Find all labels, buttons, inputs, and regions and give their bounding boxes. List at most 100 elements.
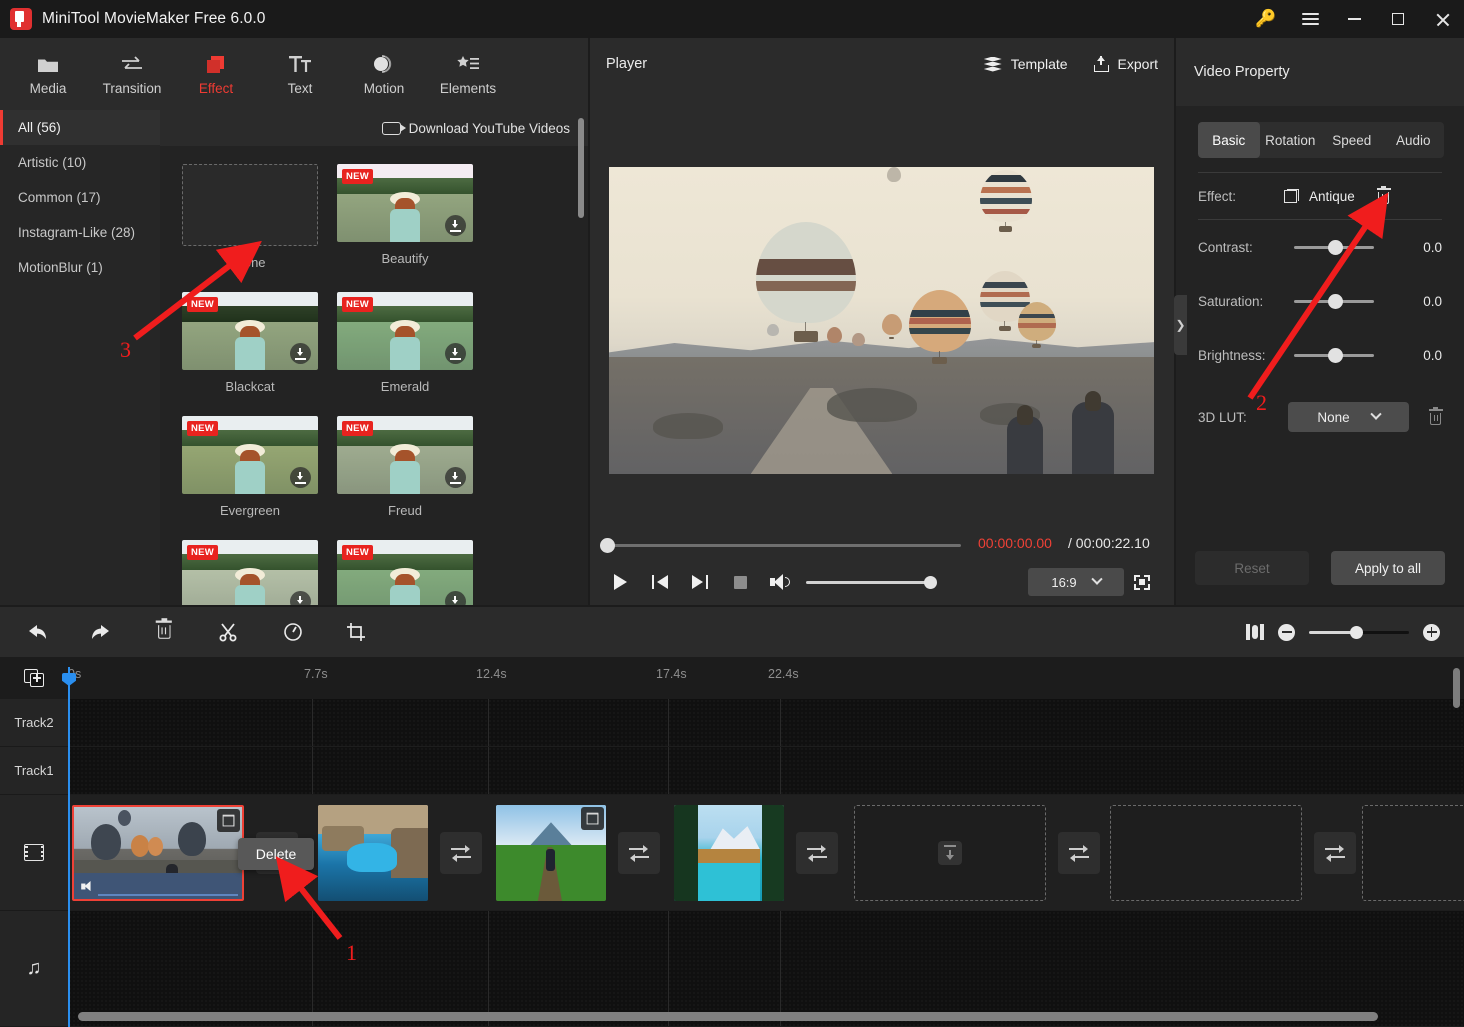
undo-button[interactable] bbox=[24, 619, 50, 645]
fullscreen-button[interactable] bbox=[1124, 574, 1160, 590]
track-label-track1[interactable]: Track1 bbox=[0, 747, 68, 795]
key-icon[interactable]: 🔑 bbox=[1244, 0, 1288, 38]
tab-audio[interactable]: Audio bbox=[1383, 122, 1445, 158]
timeline-clip-biker[interactable] bbox=[496, 805, 606, 901]
effect-tile-none[interactable]: None bbox=[182, 164, 318, 270]
nav-item-elements[interactable]: Elements bbox=[426, 42, 510, 106]
tab-speed[interactable]: Speed bbox=[1321, 122, 1383, 158]
timeline-vertical-scrollbar[interactable] bbox=[1453, 668, 1460, 708]
progress-handle[interactable] bbox=[600, 538, 615, 553]
contrast-slider[interactable] bbox=[1294, 239, 1374, 255]
video-preview[interactable] bbox=[609, 167, 1154, 474]
progress-track[interactable] bbox=[606, 544, 961, 547]
delete-context-menu[interactable]: Delete bbox=[238, 838, 314, 870]
effect-tile-evergreen[interactable]: NEW Evergreen bbox=[182, 416, 318, 518]
track-row-track1[interactable] bbox=[68, 747, 1464, 795]
transition-slot-2[interactable] bbox=[440, 832, 482, 874]
zoom-out-button[interactable] bbox=[1278, 623, 1295, 641]
export-button[interactable]: Export bbox=[1093, 56, 1158, 72]
effect-tile-blackcat[interactable]: NEW Blackcat bbox=[182, 292, 318, 394]
stop-button[interactable] bbox=[720, 567, 760, 597]
lut-delete-icon[interactable] bbox=[1428, 406, 1443, 425]
reset-button[interactable]: Reset bbox=[1195, 551, 1309, 585]
hamburger-menu-icon[interactable] bbox=[1288, 0, 1332, 38]
track-row-audio[interactable] bbox=[68, 911, 1464, 1027]
clip-effect-badge[interactable] bbox=[217, 809, 240, 832]
timeline-ruler[interactable]: 0s 7.7s 12.4s 17.4s 22.4s bbox=[68, 657, 1464, 699]
effect-copy-icon[interactable] bbox=[1284, 189, 1299, 203]
crop-button[interactable] bbox=[344, 619, 370, 645]
track-label-track2[interactable]: Track2 bbox=[0, 699, 68, 747]
nav-item-media[interactable]: Media bbox=[6, 42, 90, 106]
player-title: Player bbox=[606, 56, 648, 72]
category-common[interactable]: Common (17) bbox=[0, 180, 160, 215]
split-button[interactable] bbox=[216, 619, 242, 645]
transition-slot-5[interactable] bbox=[1058, 832, 1100, 874]
nav-item-motion[interactable]: Motion bbox=[342, 42, 426, 106]
close-button[interactable] bbox=[1420, 0, 1464, 38]
timeline-clip-mountain-lake[interactable] bbox=[674, 805, 784, 901]
volume-slider[interactable] bbox=[806, 575, 937, 589]
download-icon[interactable] bbox=[290, 591, 311, 605]
download-icon[interactable] bbox=[445, 343, 466, 364]
track-label-video[interactable] bbox=[0, 795, 68, 911]
empty-media-slot-2[interactable] bbox=[1110, 805, 1302, 901]
download-icon[interactable] bbox=[445, 467, 466, 488]
nav-item-effect[interactable]: Effect bbox=[174, 42, 258, 106]
download-youtube-videos-link[interactable]: Download YouTube Videos bbox=[160, 110, 588, 146]
effect-tile-freud[interactable]: NEW Freud bbox=[337, 416, 473, 518]
timeline-clip-lagoon[interactable] bbox=[318, 805, 428, 901]
transition-slot-4[interactable] bbox=[796, 832, 838, 874]
track-row-track2[interactable] bbox=[68, 699, 1464, 747]
effect-tile-emerald[interactable]: NEW Emerald bbox=[337, 292, 473, 394]
redo-button[interactable] bbox=[88, 619, 114, 645]
transition-slot-3[interactable] bbox=[618, 832, 660, 874]
add-media-button[interactable] bbox=[0, 657, 68, 699]
volume-icon[interactable] bbox=[760, 567, 800, 597]
track-label-audio[interactable]: ♫ bbox=[0, 911, 68, 1027]
timeline-clip-balloons[interactable] bbox=[72, 805, 244, 901]
download-icon[interactable] bbox=[290, 467, 311, 488]
effects-scrollbar[interactable] bbox=[578, 118, 584, 218]
split-playhead-icon[interactable] bbox=[1246, 624, 1264, 640]
empty-media-slot-3[interactable] bbox=[1362, 805, 1464, 901]
effect-tile-row4-right[interactable]: NEW bbox=[337, 540, 473, 605]
playhead[interactable] bbox=[68, 667, 70, 1027]
effect-tile-beautify[interactable]: NEW Beautify bbox=[337, 164, 473, 270]
timeline-horizontal-scrollbar[interactable] bbox=[78, 1012, 1378, 1021]
transition-slot-6[interactable] bbox=[1314, 832, 1356, 874]
empty-media-slot-1[interactable] bbox=[854, 805, 1046, 901]
category-all[interactable]: All (56) bbox=[0, 110, 160, 145]
apply-to-all-button[interactable]: Apply to all bbox=[1331, 551, 1445, 585]
category-artistic[interactable]: Artistic (10) bbox=[0, 145, 160, 180]
nav-item-text[interactable]: Text bbox=[258, 42, 342, 106]
zoom-slider[interactable] bbox=[1309, 625, 1409, 639]
aspect-ratio-select[interactable]: 16:9 bbox=[1028, 568, 1124, 596]
effect-delete-icon[interactable] bbox=[1376, 185, 1391, 204]
nav-item-transition[interactable]: Transition bbox=[90, 42, 174, 106]
minimize-button[interactable] bbox=[1332, 0, 1376, 38]
category-motionblur[interactable]: MotionBlur (1) bbox=[0, 250, 160, 285]
lut-select[interactable]: None bbox=[1288, 402, 1409, 432]
download-icon[interactable] bbox=[290, 343, 311, 364]
speed-button[interactable] bbox=[280, 619, 306, 645]
delete-button[interactable] bbox=[152, 617, 178, 645]
clip-effect-badge[interactable] bbox=[581, 807, 604, 830]
play-button[interactable] bbox=[600, 567, 640, 597]
effect-grid-scroll[interactable]: None NEW Beautify NEW Blackcat NEW Emera… bbox=[160, 146, 588, 605]
next-frame-button[interactable] bbox=[680, 567, 720, 597]
effect-tile-row4-left[interactable]: NEW bbox=[182, 540, 318, 605]
saturation-slider[interactable] bbox=[1294, 293, 1374, 309]
zoom-in-button[interactable] bbox=[1423, 623, 1440, 641]
previous-frame-button[interactable] bbox=[640, 567, 680, 597]
panel-collapse-handle[interactable]: ❯ bbox=[1174, 295, 1187, 355]
tab-rotation[interactable]: Rotation bbox=[1260, 122, 1322, 158]
playback-progress[interactable]: 00:00:00.00 / 00:00:22.10 bbox=[600, 535, 1160, 554]
download-icon[interactable] bbox=[445, 591, 466, 605]
maximize-button[interactable] bbox=[1376, 0, 1420, 38]
tab-basic[interactable]: Basic bbox=[1198, 122, 1260, 158]
template-button[interactable]: Template bbox=[983, 56, 1068, 72]
download-icon[interactable] bbox=[445, 215, 466, 236]
category-instagram-like[interactable]: Instagram-Like (28) bbox=[0, 215, 160, 250]
brightness-slider[interactable] bbox=[1294, 347, 1374, 363]
